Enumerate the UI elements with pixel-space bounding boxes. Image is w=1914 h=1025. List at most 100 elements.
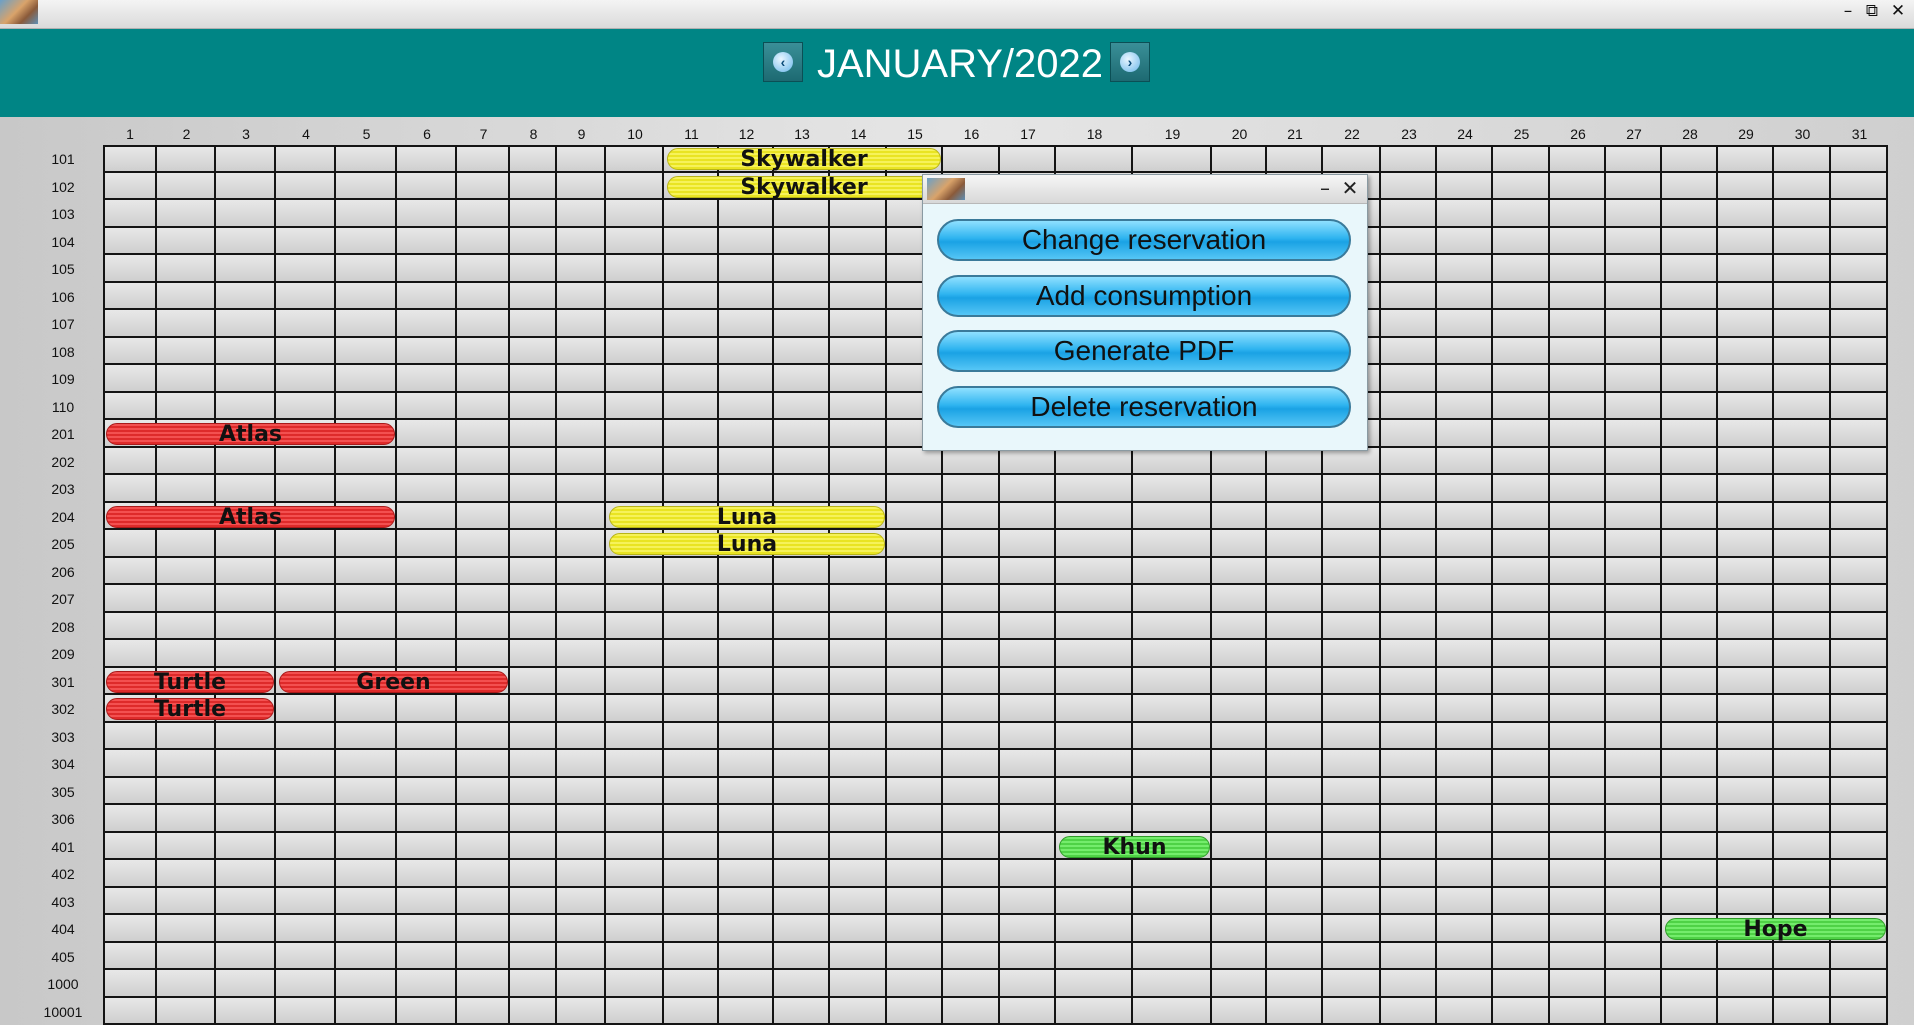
day-cell[interactable] — [1662, 283, 1718, 310]
day-cell[interactable] — [1774, 750, 1831, 778]
day-cell[interactable] — [1550, 475, 1606, 503]
day-cell[interactable] — [1831, 778, 1888, 805]
day-cell[interactable] — [774, 998, 830, 1025]
day-cell[interactable] — [276, 393, 336, 420]
day-cell[interactable] — [103, 255, 157, 283]
day-cell[interactable] — [510, 145, 557, 173]
day-cell[interactable] — [276, 365, 336, 393]
day-cell[interactable] — [216, 970, 276, 998]
day-cell[interactable] — [774, 585, 830, 613]
day-cell[interactable] — [557, 338, 606, 365]
day-cell[interactable] — [1774, 173, 1831, 200]
day-cell[interactable] — [1718, 530, 1774, 558]
day-cell[interactable] — [1323, 970, 1381, 998]
day-cell[interactable] — [103, 640, 157, 668]
day-cell[interactable] — [830, 365, 887, 393]
day-cell[interactable] — [457, 475, 510, 503]
day-cell[interactable] — [103, 860, 157, 888]
day-cell[interactable] — [1718, 558, 1774, 585]
day-cell[interactable] — [336, 778, 397, 805]
day-cell[interactable] — [887, 805, 943, 833]
day-cell[interactable] — [397, 448, 457, 475]
day-cell[interactable] — [774, 200, 830, 228]
day-cell[interactable] — [1212, 448, 1267, 475]
day-cell[interactable] — [887, 448, 943, 475]
day-cell[interactable] — [1662, 420, 1718, 448]
day-cell[interactable] — [1774, 393, 1831, 420]
day-cell[interactable] — [1606, 558, 1662, 585]
day-cell[interactable] — [397, 558, 457, 585]
day-cell[interactable] — [457, 778, 510, 805]
day-cell[interactable] — [1267, 558, 1323, 585]
day-cell[interactable] — [719, 860, 774, 888]
day-cell[interactable] — [1267, 915, 1323, 943]
day-cell[interactable] — [1267, 833, 1323, 860]
day-cell[interactable] — [510, 860, 557, 888]
day-cell[interactable] — [1437, 228, 1493, 255]
day-cell[interactable] — [1662, 448, 1718, 475]
day-cell[interactable] — [1606, 723, 1662, 750]
day-cell[interactable] — [1718, 255, 1774, 283]
day-cell[interactable] — [276, 338, 336, 365]
day-cell[interactable] — [1323, 943, 1381, 970]
day-cell[interactable] — [1133, 558, 1212, 585]
day-cell[interactable] — [1718, 998, 1774, 1025]
day-cell[interactable] — [510, 310, 557, 338]
day-cell[interactable] — [1437, 750, 1493, 778]
day-cell[interactable] — [1550, 888, 1606, 915]
day-cell[interactable] — [457, 530, 510, 558]
day-cell[interactable] — [1133, 723, 1212, 750]
day-cell[interactable] — [397, 613, 457, 640]
day-cell[interactable] — [276, 530, 336, 558]
day-cell[interactable] — [1662, 145, 1718, 173]
day-cell[interactable] — [157, 283, 216, 310]
day-cell[interactable] — [830, 668, 887, 695]
day-cell[interactable] — [1662, 778, 1718, 805]
day-cell[interactable] — [1056, 613, 1133, 640]
day-cell[interactable] — [719, 365, 774, 393]
day-cell[interactable] — [510, 338, 557, 365]
day-cell[interactable] — [774, 613, 830, 640]
day-cell[interactable] — [1831, 393, 1888, 420]
reservation-bar[interactable]: Turtle — [106, 671, 274, 694]
day-cell[interactable] — [1493, 475, 1550, 503]
day-cell[interactable] — [1437, 723, 1493, 750]
day-cell[interactable] — [216, 475, 276, 503]
day-cell[interactable] — [606, 365, 664, 393]
day-cell[interactable] — [457, 310, 510, 338]
day-cell[interactable] — [774, 558, 830, 585]
day-cell[interactable] — [1267, 585, 1323, 613]
day-cell[interactable] — [606, 860, 664, 888]
day-cell[interactable] — [103, 475, 157, 503]
day-cell[interactable] — [887, 585, 943, 613]
day-cell[interactable] — [719, 613, 774, 640]
day-cell[interactable] — [1662, 695, 1718, 723]
day-cell[interactable] — [774, 668, 830, 695]
day-cell[interactable] — [510, 255, 557, 283]
day-cell[interactable] — [1831, 283, 1888, 310]
day-cell[interactable] — [557, 833, 606, 860]
day-cell[interactable] — [1133, 888, 1212, 915]
day-cell[interactable] — [1774, 640, 1831, 668]
day-cell[interactable] — [336, 530, 397, 558]
day-cell[interactable] — [830, 998, 887, 1025]
day-cell[interactable] — [510, 613, 557, 640]
day-cell[interactable] — [664, 393, 719, 420]
day-cell[interactable] — [1381, 750, 1437, 778]
day-cell[interactable] — [1381, 228, 1437, 255]
day-cell[interactable] — [1493, 943, 1550, 970]
day-cell[interactable] — [606, 723, 664, 750]
day-cell[interactable] — [216, 915, 276, 943]
day-cell[interactable] — [216, 998, 276, 1025]
day-cell[interactable] — [1267, 778, 1323, 805]
day-cell[interactable] — [557, 585, 606, 613]
day-cell[interactable] — [606, 173, 664, 200]
day-cell[interactable] — [157, 228, 216, 255]
day-cell[interactable] — [1718, 750, 1774, 778]
day-cell[interactable] — [1774, 200, 1831, 228]
day-cell[interactable] — [1831, 558, 1888, 585]
day-cell[interactable] — [664, 778, 719, 805]
day-cell[interactable] — [216, 860, 276, 888]
day-cell[interactable] — [1606, 200, 1662, 228]
day-cell[interactable] — [1056, 860, 1133, 888]
